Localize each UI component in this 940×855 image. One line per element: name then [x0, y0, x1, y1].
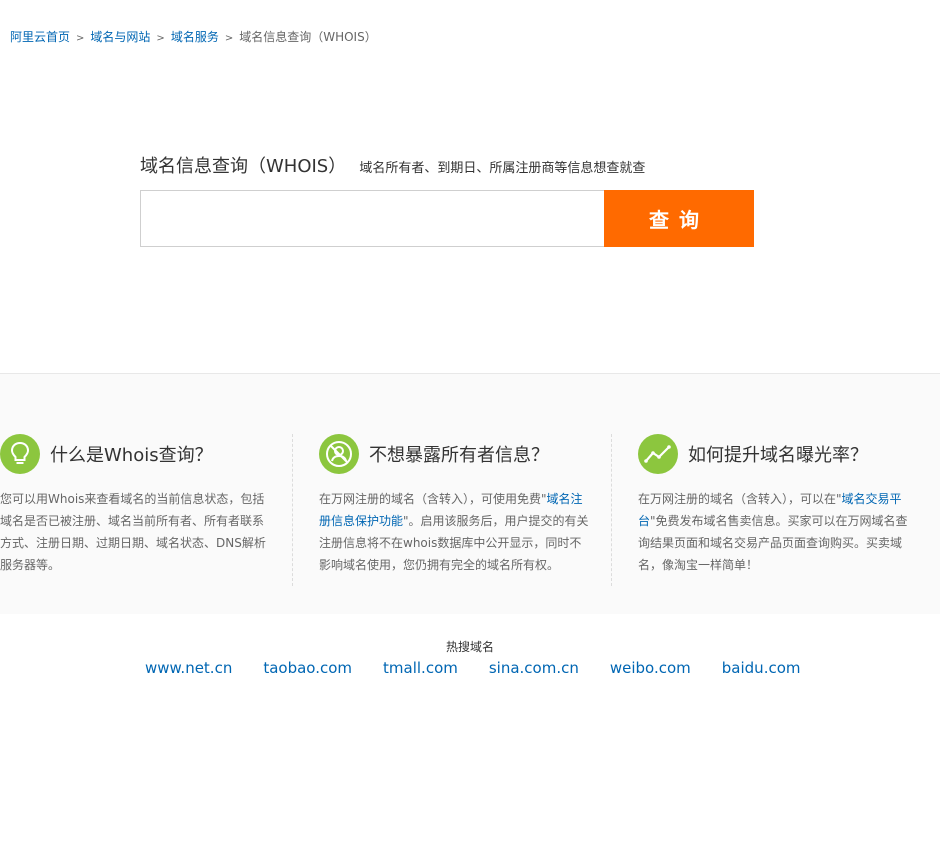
hot-domain-link[interactable]: sina.com.cn	[489, 659, 579, 677]
info-title: 如何提升域名曝光率？	[688, 445, 868, 466]
info-text: 您可以用Whois来查看域名的当前信息状态，包括域名是否已被注册、域名当前所有者…	[0, 492, 266, 572]
info-title: 什么是Whois查询？	[50, 445, 213, 466]
info-text-before: 在万网注册的域名（含转入），可使用免费"	[319, 492, 547, 506]
hot-domain-link[interactable]: www.net.cn	[145, 659, 232, 677]
hot-domain-link[interactable]: baidu.com	[722, 659, 801, 677]
search-heading: 域名信息查询（WHOIS） 域名所有者、到期日、所属注册商等信息想查就查	[140, 152, 645, 178]
info-title: 不想暴露所有者信息？	[369, 445, 549, 466]
info-text: 在万网注册的域名（含转入），可以在"域名交易平台"免费发布域名售卖信息。买家可以…	[638, 488, 908, 576]
info-text-before: 在万网注册的域名（含转入），可以在"	[638, 492, 842, 506]
search-button[interactable]: 查询	[604, 190, 754, 247]
breadcrumb-services-link[interactable]: 域名服务	[171, 30, 219, 44]
hot-domains-label: 热搜域名	[445, 640, 494, 654]
breadcrumb-separator: >	[76, 33, 85, 44]
page-title: 域名信息查询（WHOIS）	[140, 156, 347, 177]
divider	[611, 434, 612, 586]
breadcrumb-current: 域名信息查询（WHOIS）	[239, 30, 377, 44]
hot-domain-link[interactable]: tmall.com	[383, 659, 458, 677]
breadcrumb-home-link[interactable]: 阿里云首页	[10, 30, 70, 44]
info-section: 什么是Whois查询？ 您可以用Whois来查看域名的当前信息状态，包括域名是否…	[0, 373, 940, 614]
breadcrumb-separator: >	[224, 33, 234, 44]
page-subtitle: 域名所有者、到期日、所属注册商等信息想查就查	[359, 161, 646, 176]
divider	[292, 434, 293, 586]
info-exposure: 如何提升域名曝光率？ 在万网注册的域名（含转入），可以在"域名交易平台"免费发布…	[638, 434, 908, 576]
info-privacy: 不想暴露所有者信息？ 在万网注册的域名（含转入），可使用免费"域名注册信息保护功…	[319, 434, 589, 576]
domain-search-input[interactable]	[140, 190, 604, 247]
info-text-after: "免费发布域名售卖信息。买家可以在万网域名查询结果页面和域名交易产品页面查询购买…	[638, 514, 908, 572]
lightbulb-icon	[0, 434, 40, 474]
info-text: 在万网注册的域名（含转入），可使用免费"域名注册信息保护功能"。启用该服务后，用…	[319, 488, 589, 576]
breadcrumb: 阿里云首页 > 域名与网站 > 域名服务 > 域名信息查询（WHOIS）	[10, 29, 377, 47]
breadcrumb-separator: >	[156, 33, 165, 44]
hot-domain-link[interactable]: weibo.com	[610, 659, 691, 677]
search-box: 查询	[140, 190, 754, 247]
privacy-icon	[319, 434, 359, 474]
breadcrumb-domains-link[interactable]: 域名与网站	[90, 30, 150, 44]
hot-domain-link[interactable]: taobao.com	[263, 659, 352, 677]
info-what-is-whois: 什么是Whois查询？ 您可以用Whois来查看域名的当前信息状态，包括域名是否…	[0, 434, 270, 576]
hot-domains-list: www.net.cn taobao.com tmall.com sina.com.cn…	[145, 659, 832, 677]
trend-icon	[638, 434, 678, 474]
hot-domains-section: 热搜域名	[0, 636, 940, 655]
